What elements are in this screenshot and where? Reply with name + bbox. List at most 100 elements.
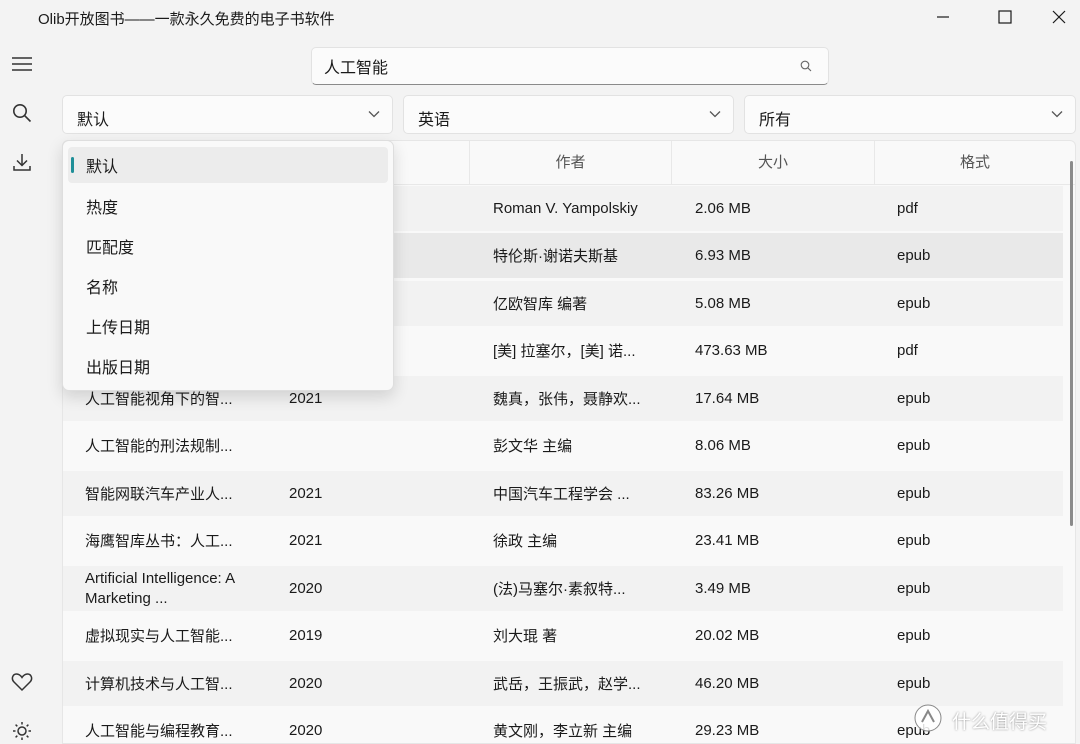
close-button[interactable] (1032, 0, 1080, 34)
sort-dropdown-menu: 默认热度匹配度名称上传日期出版日期 (62, 140, 394, 391)
favorites-nav-button[interactable] (4, 664, 40, 700)
table-row[interactable]: Artificial Intelligence: A Marketing ...… (63, 566, 1063, 611)
table-row[interactable]: 人工智能的刑法规制... 彭文华 主编 8.06 MB epub (63, 423, 1063, 468)
sort-option-label: 上传日期 (86, 320, 151, 337)
cell-format: pdf (897, 342, 918, 359)
cell-title: 智能网联汽车产业人... (85, 486, 233, 503)
sun-icon (13, 722, 31, 740)
sort-option-label: 出版日期 (86, 360, 151, 377)
cell-author: 武岳，王振武，赵学... (493, 676, 641, 693)
scrollbar[interactable] (1070, 161, 1073, 526)
cell-size: 46.20 MB (695, 675, 760, 692)
cell-format: epub (897, 247, 931, 264)
table-row[interactable]: 海鹰智库丛书：人工... 2021 徐政 主编 23.41 MB epub (63, 518, 1063, 563)
window-title: Olib开放图书——一款永久免费的电子书软件 (38, 11, 335, 28)
cell-size: 3.49 MB (695, 580, 751, 597)
language-dropdown-value: 英语 (418, 112, 451, 129)
watermark: 什么值得买 (912, 702, 1072, 734)
cell-title: 人工智能与编程教育... (85, 723, 233, 740)
column-header-size[interactable]: 大小 (671, 141, 874, 185)
cell-author: 特伦斯·谢诺夫斯基 (493, 248, 618, 265)
sort-option[interactable]: 热度 (68, 188, 388, 224)
chevron-down-icon (368, 111, 380, 118)
cell-format: epub (897, 627, 931, 644)
menu-button[interactable] (4, 46, 40, 82)
maximize-button[interactable] (978, 0, 1032, 34)
sort-option[interactable]: 匹配度 (68, 228, 388, 264)
cell-title: 计算机技术与人工智... (85, 676, 233, 693)
cell-author: 中国汽车工程学会 ... (493, 486, 630, 503)
cell-size: 2.06 MB (695, 200, 751, 217)
table-row[interactable]: 虚拟现实与人工智能... 2019 刘大琨 著 20.02 MB epub (63, 613, 1063, 658)
theme-toggle-button[interactable] (4, 713, 40, 744)
cell-year: 2020 (289, 722, 323, 739)
minimize-button[interactable] (916, 0, 970, 34)
sort-option-label: 名称 (86, 280, 119, 297)
search-icon[interactable] (800, 60, 812, 72)
cell-format: epub (897, 580, 931, 597)
sort-option[interactable]: 默认 (68, 147, 388, 183)
close-icon (1052, 10, 1066, 24)
sort-option[interactable]: 名称 (68, 268, 388, 304)
format-dropdown[interactable]: 所有 (744, 95, 1076, 134)
selection-indicator (71, 157, 74, 173)
cell-author: Roman V. Yampolskiy (493, 200, 638, 217)
cell-format: epub (897, 485, 931, 502)
search-input[interactable] (324, 48, 794, 84)
cell-size: 83.26 MB (695, 485, 760, 502)
minimize-icon (937, 16, 949, 18)
table-row[interactable]: 智能网联汽车产业人... 2021 中国汽车工程学会 ... 83.26 MB epub (63, 471, 1063, 516)
cell-year: 2021 (289, 485, 323, 502)
sort-option-label: 匹配度 (86, 240, 135, 257)
cell-year: 2020 (289, 675, 323, 692)
cell-size: 23.41 MB (695, 532, 760, 549)
watermark-logo-icon (914, 704, 942, 732)
cell-size: 29.23 MB (695, 722, 760, 739)
cell-author: (法)马塞尔·素叙特... (493, 581, 626, 598)
sort-option[interactable]: 上传日期 (68, 308, 388, 344)
cell-size: 8.06 MB (695, 437, 751, 454)
sort-option-label: 默认 (86, 159, 119, 176)
sort-dropdown-value: 默认 (77, 112, 110, 129)
cell-size: 6.93 MB (695, 247, 751, 264)
cell-year (289, 423, 389, 468)
language-dropdown[interactable]: 英语 (403, 95, 734, 134)
search-nav-button[interactable] (4, 95, 40, 131)
cell-author: [美] 拉塞尔，[美] 诺... (493, 343, 636, 360)
download-icon (13, 154, 31, 171)
cell-size: 473.63 MB (695, 342, 768, 359)
cell-format: epub (897, 437, 931, 454)
cell-author: 魏真，张伟，聂静欢... (493, 391, 641, 408)
cell-year: 2020 (289, 580, 323, 597)
cell-format: epub (897, 675, 931, 692)
cell-title: 人工智能的刑法规制... (85, 438, 233, 455)
table-row[interactable]: 计算机技术与人工智... 2020 武岳，王振武，赵学... 46.20 MB epub (63, 661, 1063, 706)
title-bar: Olib开放图书——一款永久免费的电子书软件 (0, 0, 1080, 34)
column-header-format[interactable]: 格式 (874, 141, 1075, 185)
cell-author: 亿欧智库 编著 (493, 296, 588, 313)
cell-format: epub (897, 532, 931, 549)
cell-title: 海鹰智库丛书：人工... (85, 533, 233, 550)
download-nav-button[interactable] (4, 144, 40, 180)
format-dropdown-value: 所有 (759, 112, 792, 129)
search-box (311, 47, 829, 85)
heart-icon (11, 673, 33, 692)
cell-size: 20.02 MB (695, 627, 760, 644)
sort-dropdown[interactable]: 默认 (62, 95, 393, 134)
cell-year: 2019 (289, 627, 323, 644)
cell-size: 17.64 MB (695, 390, 760, 407)
cell-format: epub (897, 390, 931, 407)
cell-size: 5.08 MB (695, 295, 751, 312)
cell-author: 彭文华 主编 (493, 438, 573, 455)
cell-format: epub (897, 295, 931, 312)
cell-author: 徐政 主编 (493, 533, 558, 550)
hamburger-icon (12, 57, 32, 71)
chevron-down-icon (1051, 111, 1063, 118)
sort-option[interactable]: 出版日期 (68, 348, 388, 384)
cell-title: Artificial Intelligence: A Marketing ... (85, 569, 235, 607)
maximize-icon (998, 10, 1012, 24)
cell-year: 2021 (289, 532, 323, 549)
watermark-text: 什么值得买 (952, 712, 1048, 733)
column-header-author[interactable]: 作者 (469, 141, 671, 185)
cell-title: 虚拟现实与人工智能... (85, 628, 233, 645)
